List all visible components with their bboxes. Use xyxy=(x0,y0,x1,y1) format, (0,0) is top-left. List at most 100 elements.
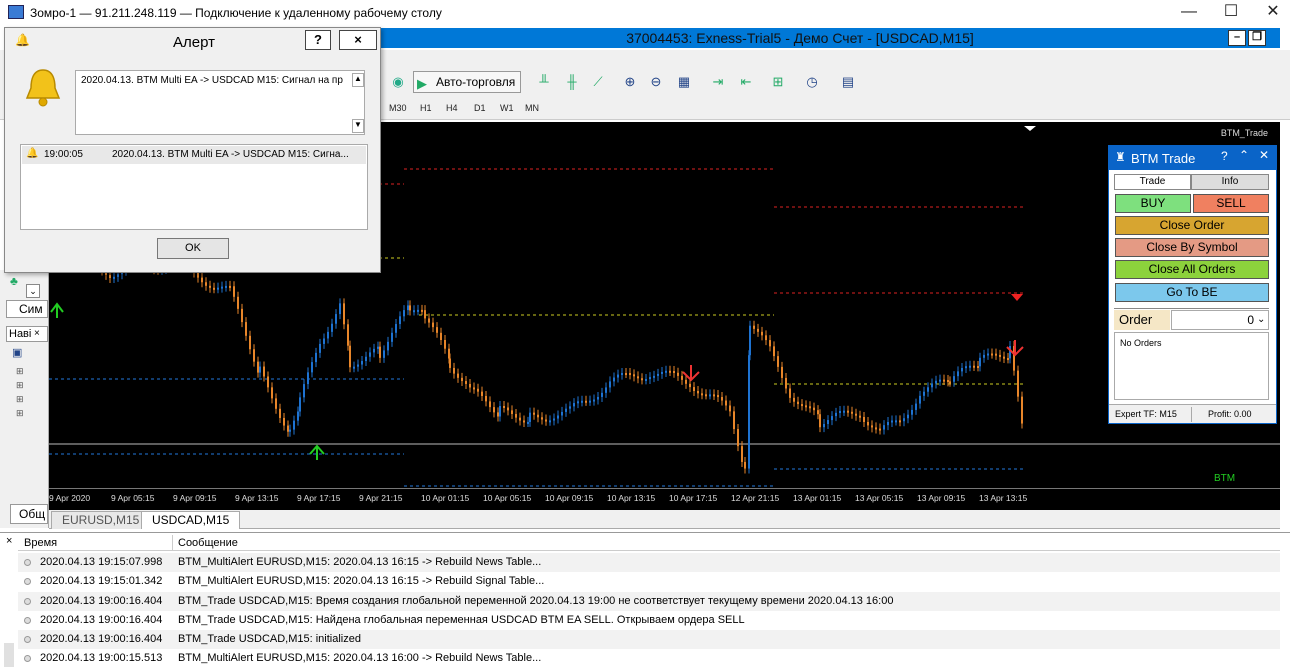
signal-icon[interactable]: ◉ xyxy=(388,72,408,92)
bar-chart-icon[interactable]: ╨ xyxy=(534,72,554,92)
bell-icon: 🔔 xyxy=(15,33,30,47)
alert-message-box: 2020.04.13. BTM Multi EA -> USDCAD M15: … xyxy=(75,70,365,135)
btm-header: ♜ BTM Trade ? ⌃ ✕ xyxy=(1109,146,1276,170)
tf-w1[interactable]: W1 xyxy=(500,103,514,113)
time-label: 13 Apr 05:15 xyxy=(855,493,904,503)
time-label: 9 Apr 21:15 xyxy=(359,493,403,503)
tf-h4[interactable]: H4 xyxy=(446,103,458,113)
mdi-minimize-button[interactable]: – xyxy=(1228,30,1246,46)
tree-expand-icon[interactable]: ⊞ xyxy=(16,408,24,419)
time-label: 10 Apr 09:15 xyxy=(545,493,594,503)
ok-button[interactable]: OK xyxy=(157,238,229,259)
time-label: 9 Apr 2020 xyxy=(49,493,91,503)
maximize-button[interactable]: ☐ xyxy=(1208,0,1254,26)
log-row[interactable]: 2020.04.13 19:15:01.342 BTM_MultiAlert EU… xyxy=(18,572,1280,591)
autotrade-button[interactable]: ▶ Авто-торговля xyxy=(413,71,521,93)
periods-icon[interactable]: ◷ xyxy=(802,72,822,92)
btm-tab-trade[interactable]: Trade xyxy=(1114,174,1191,190)
time-label: 10 Apr 05:15 xyxy=(483,493,532,503)
log-row[interactable]: 2020.04.13 19:00:16.404 BTM_Trade USDCAD,… xyxy=(18,630,1280,649)
sell-button[interactable]: SELL xyxy=(1193,194,1269,213)
time-label: 10 Apr 13:15 xyxy=(607,493,656,503)
chart-tabs: EURUSD,M15 USDCAD,M15 xyxy=(49,510,1280,529)
alert-close-button[interactable]: × xyxy=(339,30,377,50)
chevron-down-icon[interactable]: ⌄ xyxy=(1257,314,1265,325)
window-titlebar: Зомро-1 — 91.211.248.119 — Подключение к… xyxy=(0,0,1290,26)
log-row[interactable]: 2020.04.13 19:00:15.513 BTM_MultiAlert EU… xyxy=(18,649,1280,668)
alert-list-text: 2020.04.13. BTM Multi EA -> USDCAD M15: … xyxy=(112,149,349,160)
help-button[interactable]: ? xyxy=(305,30,331,50)
alert-list-row[interactable]: 🔔 19:00:05 2020.04.13. BTM Multi EA -> U… xyxy=(22,146,366,164)
mdi-restore-button[interactable]: ❐ xyxy=(1248,30,1266,46)
time-label: 10 Apr 17:15 xyxy=(669,493,718,503)
chevron-down-icon[interactable]: ⌄ xyxy=(26,284,40,298)
left-panel: ♣ ⌄ Сим Наві × ▣ ⊞ ⊞ ⊞ ⊞ Общ xyxy=(0,270,49,528)
log-time: 2020.04.13 19:15:07.998 xyxy=(40,556,163,568)
log-time: 2020.04.13 19:00:16.404 xyxy=(40,614,163,626)
col-time-header[interactable]: Время xyxy=(24,537,57,549)
shift-marker-icon xyxy=(1024,126,1036,131)
autotrade-icon: ▶ xyxy=(417,76,427,91)
time-label: 12 Apr 21:15 xyxy=(731,493,780,503)
buy-button[interactable]: BUY xyxy=(1115,194,1191,213)
zoom-out-icon[interactable]: ⊖ xyxy=(646,72,666,92)
tab-symbols[interactable]: Сим xyxy=(6,300,48,318)
btm-title: BTM Trade xyxy=(1131,151,1196,166)
terminal-icon: ▣ xyxy=(12,347,23,359)
log-row[interactable]: 2020.04.13 19:00:16.404 BTM_Trade USDCAD,… xyxy=(18,592,1280,611)
tab-general[interactable]: Общ xyxy=(10,504,48,524)
tf-m30[interactable]: M30 xyxy=(389,103,407,113)
expert-tf: Expert TF: M15 xyxy=(1115,409,1177,419)
orders-list: No Orders xyxy=(1114,332,1269,400)
btm-watermark: BTM xyxy=(1214,473,1236,484)
navigator-close-icon[interactable]: × xyxy=(34,328,40,339)
log-message: BTM_Trade USDCAD,M15: Найдена глобальная… xyxy=(178,614,745,626)
time-label: 9 Apr 17:15 xyxy=(297,493,341,503)
chart-shift-icon[interactable]: ⇥ xyxy=(708,72,728,92)
log-status-icon xyxy=(24,578,31,585)
tf-d1[interactable]: D1 xyxy=(474,103,486,113)
scroll-up-icon[interactable]: ▲ xyxy=(352,73,364,87)
vertical-tab-strip[interactable] xyxy=(4,643,14,667)
alert-title: Алерт xyxy=(173,34,215,51)
footer-divider xyxy=(1191,407,1192,422)
btm-collapse-icon[interactable]: ⌃ xyxy=(1239,148,1249,162)
close-by-symbol-button[interactable]: Close By Symbol xyxy=(1115,238,1269,257)
time-label: 13 Apr 13:15 xyxy=(979,493,1028,503)
tree-expand-icon[interactable]: ⊞ xyxy=(16,366,24,377)
log-message: BTM_Trade USDCAD,M15: initialized xyxy=(178,633,361,645)
order-select[interactable]: 0 xyxy=(1171,310,1269,330)
minimize-button[interactable]: — xyxy=(1166,0,1212,26)
btm-close-icon[interactable]: ✕ xyxy=(1259,148,1269,162)
tree-expand-icon[interactable]: ⊞ xyxy=(16,394,24,405)
candle-chart-icon[interactable]: ╫ xyxy=(562,72,582,92)
close-window-button[interactable]: ✕ xyxy=(1250,0,1290,26)
scroll-down-icon[interactable]: ▼ xyxy=(352,119,364,133)
log-row[interactable]: 2020.04.13 19:15:07.998 BTM_MultiAlert EU… xyxy=(18,553,1280,572)
templates-icon[interactable]: ▤ xyxy=(838,72,858,92)
buy-arrow-icon xyxy=(309,444,325,460)
btm-help-icon[interactable]: ? xyxy=(1221,149,1228,163)
close-order-button[interactable]: Close Order xyxy=(1115,216,1269,235)
no-orders-text: No Orders xyxy=(1120,338,1162,348)
indicators-icon[interactable]: ⊞ xyxy=(768,72,788,92)
tf-h1[interactable]: H1 xyxy=(420,103,432,113)
sell-arrow-icon xyxy=(682,365,700,382)
tf-mn[interactable]: MN xyxy=(525,103,539,113)
autoscroll-icon[interactable]: ⇤ xyxy=(736,72,756,92)
log-row[interactable]: 2020.04.13 19:00:16.404 BTM_Trade USDCAD,… xyxy=(18,611,1280,630)
large-bell-icon xyxy=(25,69,61,107)
tree-expand-icon[interactable]: ⊞ xyxy=(16,380,24,391)
line-chart-icon[interactable]: ⟋ xyxy=(588,72,608,92)
col-divider[interactable] xyxy=(172,535,173,551)
tile-windows-icon[interactable]: ▦ xyxy=(674,72,694,92)
tab-usdcad[interactable]: USDCAD,M15 xyxy=(141,511,241,529)
terminal-close-icon[interactable]: × xyxy=(6,535,12,547)
btm-tab-info[interactable]: Info xyxy=(1191,174,1269,190)
zoom-in-icon[interactable]: ⊕ xyxy=(620,72,640,92)
close-all-orders-button[interactable]: Close All Orders xyxy=(1115,260,1269,279)
tab-eurusd[interactable]: EURUSD,M15 xyxy=(51,511,151,529)
col-msg-header[interactable]: Сообщение xyxy=(178,537,238,549)
go-to-be-button[interactable]: Go To BE xyxy=(1115,283,1269,302)
log-message: BTM_MultiAlert EURUSD,M15: 2020.04.13 16… xyxy=(178,652,542,664)
